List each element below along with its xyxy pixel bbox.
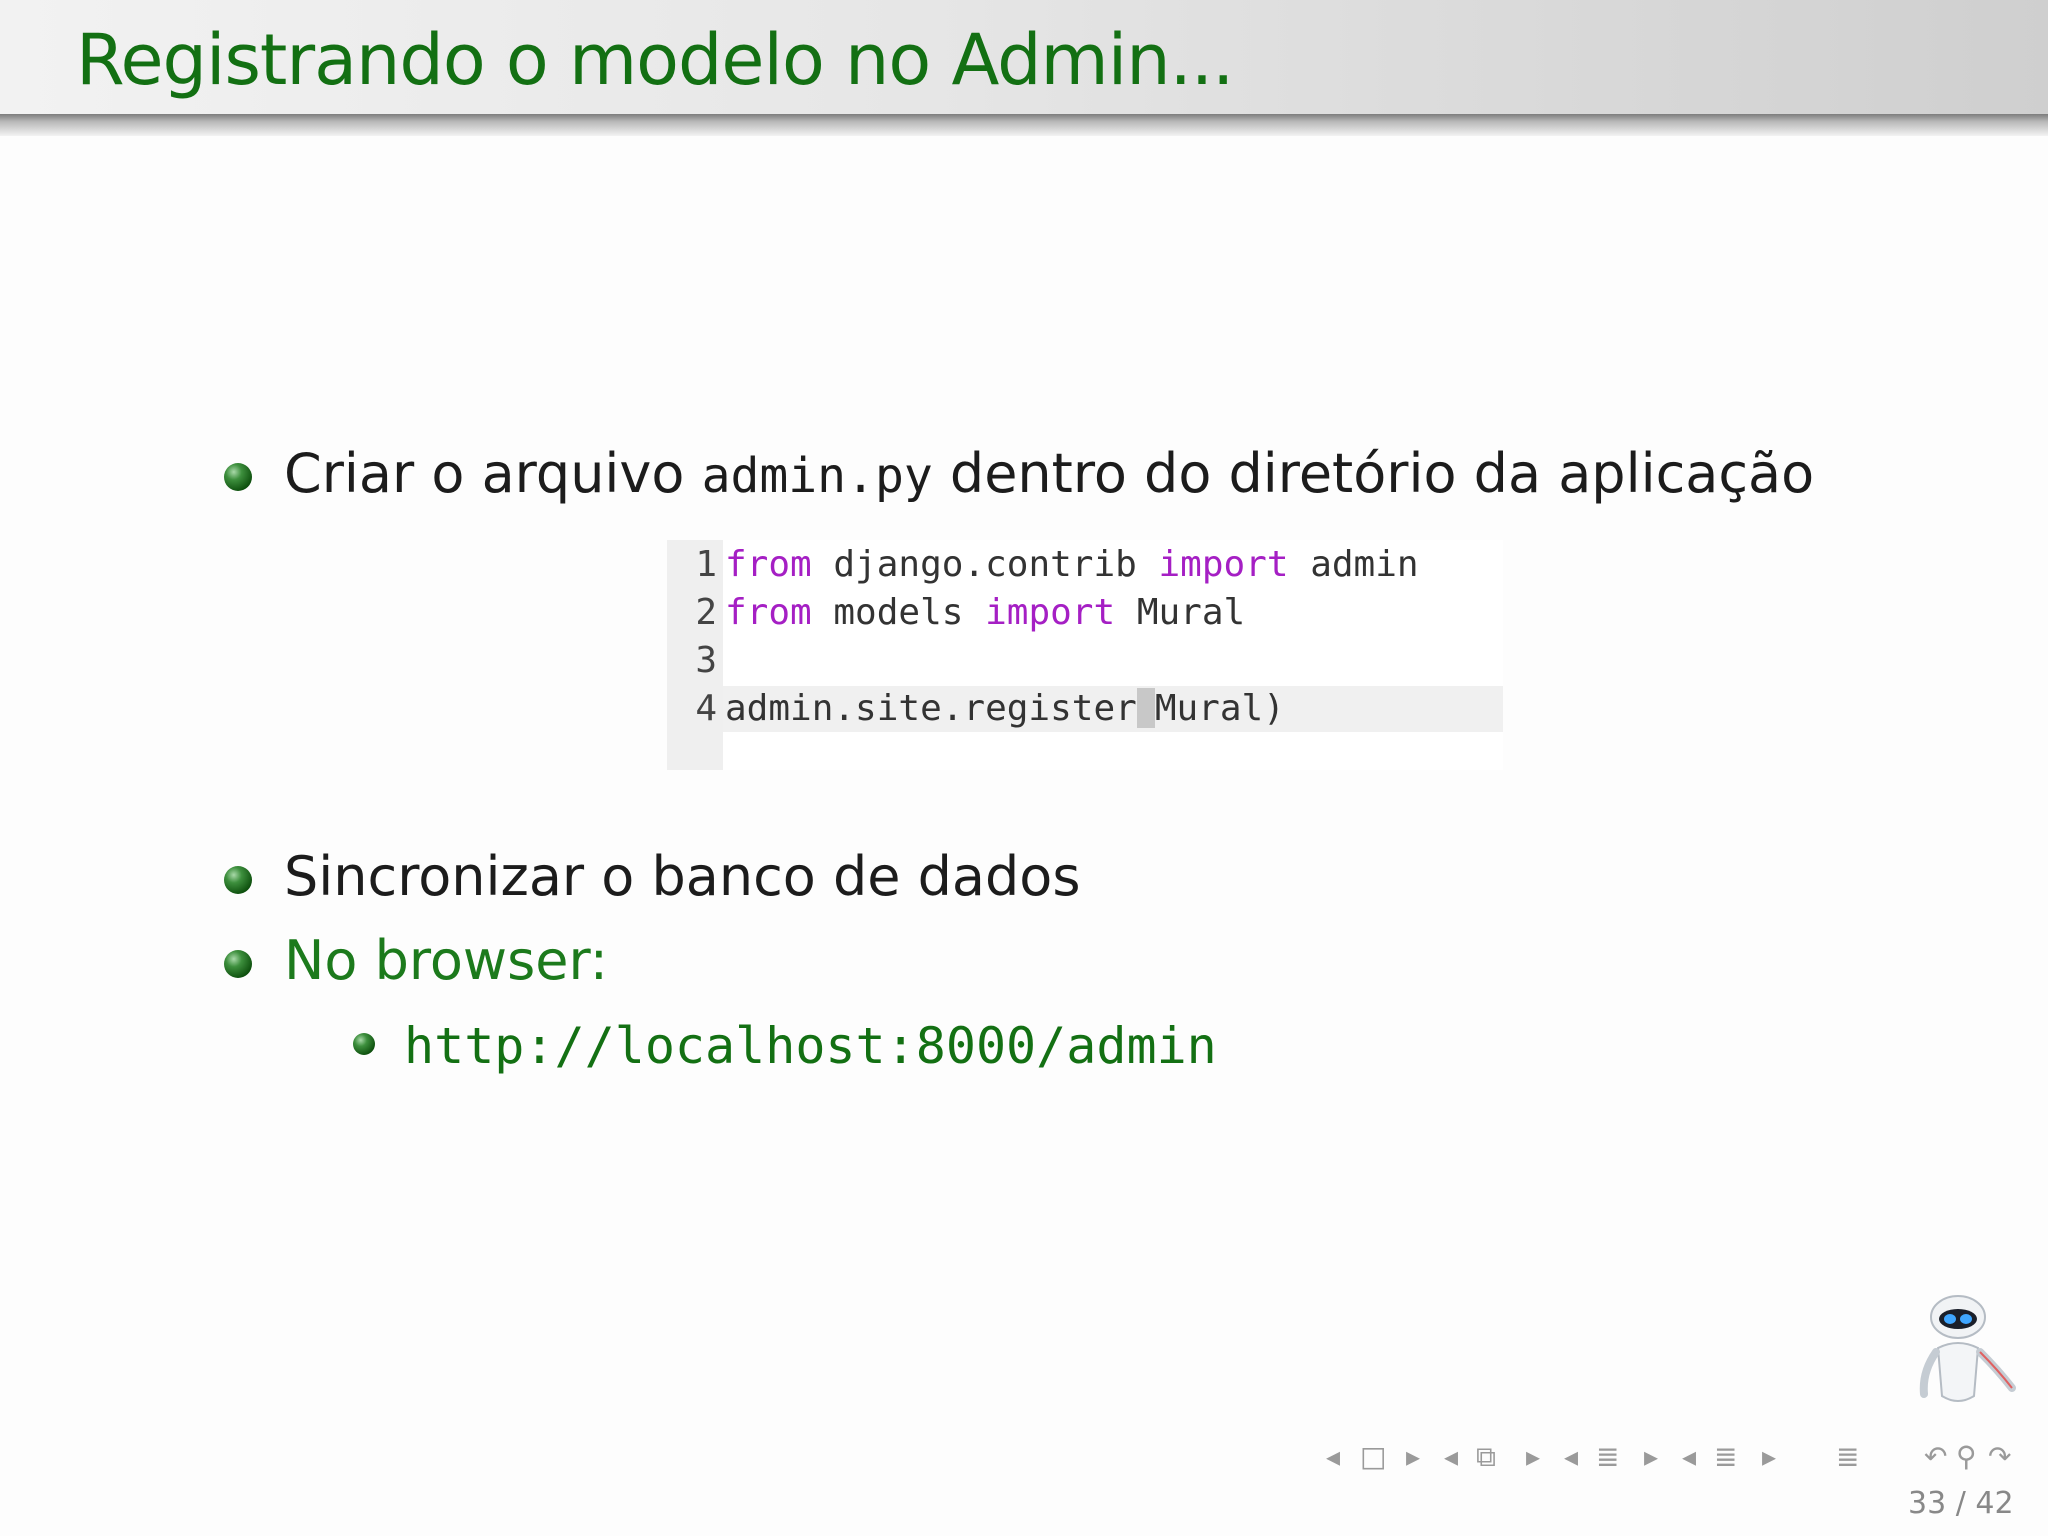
bullet-icon (224, 463, 252, 491)
sub-bullet-icon (353, 1033, 375, 1055)
page-separator: / (1955, 1486, 1966, 1521)
beamer-navigation: ◂ □ ▸ ◂ ⧉ ▸ ◂ ≣ ▸ ◂ ≣ ▸ ≣ ↶ ⚲ ↷ (1320, 1440, 2040, 1480)
keyword: from (725, 592, 812, 633)
code-text: models (811, 592, 986, 633)
nav-frame-icon[interactable]: □ (1360, 1440, 1386, 1473)
nav-back-icon[interactable]: ↶ (1924, 1440, 1947, 1473)
keyword: import (1158, 544, 1289, 585)
line-number: 2 (695, 592, 717, 633)
text-cursor (1136, 688, 1155, 728)
line-number: 1 (695, 544, 717, 585)
nav-document-icon[interactable]: ≣ (1714, 1440, 1737, 1473)
line-number: 3 (695, 640, 717, 681)
page-number: 33 / 42 (1908, 1484, 2014, 1524)
robot-logo (1919, 1295, 2016, 1402)
code-text: django.contrib (811, 544, 1159, 585)
bullet-create-admin-file: Criar o arquivo admin.py dentro do diret… (284, 439, 1814, 511)
page-current: 33 (1908, 1486, 1947, 1521)
filename-code: admin.py (701, 448, 933, 504)
nav-search-icon[interactable]: ⚲ (1956, 1440, 1977, 1473)
bullet-text-before: Criar o arquivo (284, 442, 702, 505)
slide: Registrando o modelo no Admin... Criar o… (0, 0, 2048, 1536)
bullet-icon (224, 950, 252, 978)
nav-forward-icon[interactable]: ↷ (1988, 1440, 2011, 1473)
nav-left-arrow-icon[interactable]: ◂ (1564, 1440, 1578, 1473)
bullet-text-after: dentro do diretório da aplicação (932, 442, 1815, 505)
nav-right-arrow-icon[interactable]: ▸ (1406, 1440, 1420, 1473)
nav-right-arrow-icon[interactable]: ▸ (1762, 1440, 1776, 1473)
code-line-2: 2 from models import Mural (667, 589, 1245, 637)
bullet-icon (224, 866, 252, 894)
nav-section-icon[interactable]: ≣ (1596, 1440, 1619, 1473)
code-text: admin (1288, 544, 1419, 585)
title-bar-shadow (0, 114, 2048, 136)
slide-title: Registrando o modelo no Admin... (76, 19, 1234, 101)
nav-right-arrow-icon[interactable]: ▸ (1526, 1440, 1540, 1473)
admin-url-link[interactable]: http://localhost:8000/admin (404, 1011, 1217, 1081)
line-number: 4 (695, 688, 717, 729)
code-line-3: 3 (667, 637, 725, 685)
nav-left-arrow-icon[interactable]: ◂ (1444, 1440, 1458, 1473)
code-text: Mural) (1154, 688, 1285, 729)
bullet-sync-database: Sincronizar o banco de dados (284, 845, 1081, 908)
nav-right-arrow-icon[interactable]: ▸ (1644, 1440, 1658, 1473)
page-total: 42 (1975, 1486, 2014, 1521)
keyword: import (985, 592, 1116, 633)
keyword: from (725, 544, 812, 585)
code-line-1: 1 from django.contrib import admin (667, 541, 1419, 589)
code-text: Mural (1115, 592, 1246, 633)
nav-appendix-icon[interactable]: ≣ (1836, 1440, 1859, 1473)
code-line-4: 4 admin.site.register Mural) (667, 685, 1285, 733)
nav-left-arrow-icon[interactable]: ◂ (1326, 1440, 1340, 1473)
nav-subsection-icon[interactable]: ⧉ (1476, 1440, 1496, 1474)
bullet-browser: No browser: (284, 929, 608, 992)
nav-left-arrow-icon[interactable]: ◂ (1682, 1440, 1696, 1473)
code-text: admin.site.register (725, 688, 1137, 729)
